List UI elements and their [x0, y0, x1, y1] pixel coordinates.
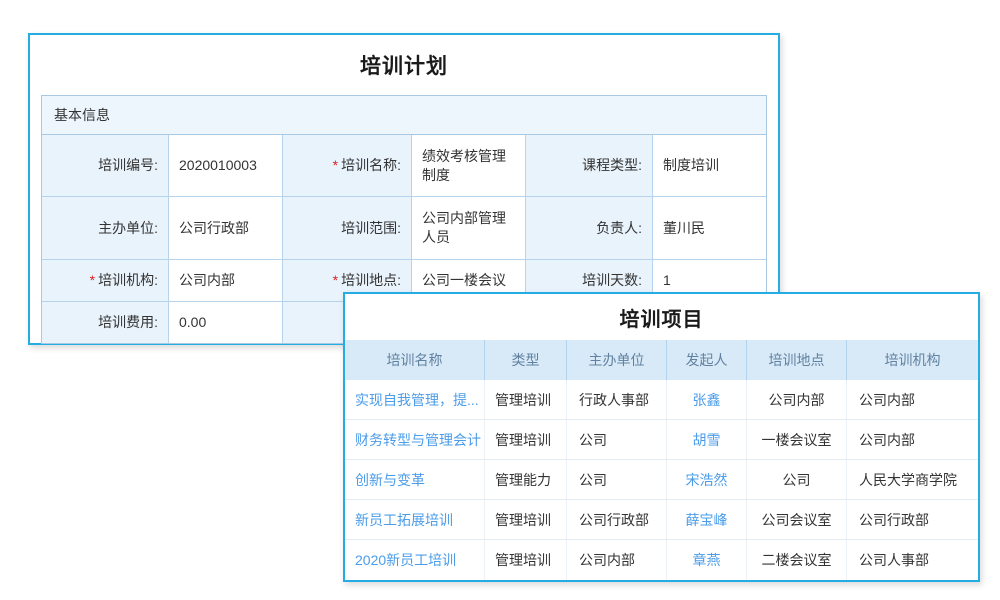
- type-cell: 管理培训: [485, 420, 567, 459]
- location-cell: 公司会议室: [747, 500, 847, 539]
- initiator-link[interactable]: 胡雪: [667, 420, 747, 459]
- type-cell: 管理培训: [485, 540, 567, 580]
- field-label-person-in-charge: 负责人:: [526, 197, 653, 260]
- field-label-course-type: 课程类型:: [526, 135, 653, 197]
- training-name-link[interactable]: 财务转型与管理会计: [345, 420, 485, 459]
- training-name-link[interactable]: 实现自我管理，提...: [345, 380, 485, 419]
- initiator-link[interactable]: 张鑫: [667, 380, 747, 419]
- table-row: 2020新员工培训 管理培训 公司内部 章燕 二楼会议室 公司人事部: [345, 540, 978, 580]
- org-cell: 人民大学商学院: [847, 460, 978, 499]
- type-cell: 管理培训: [485, 380, 567, 419]
- training-projects-panel: 培训项目 培训名称 类型 主办单位 发起人 培训地点 培训机构 实现自我管理，提…: [343, 292, 980, 582]
- field-label-training-fee: 培训费用:: [42, 302, 169, 343]
- field-value-person-in-charge: 董川民: [653, 197, 766, 260]
- training-name-link[interactable]: 2020新员工培训: [345, 540, 485, 580]
- location-cell: 公司内部: [747, 380, 847, 419]
- column-header-type: 类型: [485, 340, 567, 380]
- field-value-training-no: 2020010003: [169, 135, 283, 197]
- field-value-course-type: 制度培训: [653, 135, 766, 197]
- location-cell: 二楼会议室: [747, 540, 847, 580]
- column-header-org: 培训机构: [847, 340, 978, 380]
- column-header-host-unit: 主办单位: [567, 340, 667, 380]
- field-value-training-fee: 0.00: [169, 302, 283, 343]
- column-header-location: 培训地点: [747, 340, 847, 380]
- required-asterisk: *: [333, 156, 338, 175]
- host-unit-cell: 行政人事部: [567, 380, 667, 419]
- field-label-host-unit: 主办单位:: [42, 197, 169, 260]
- location-cell: 公司: [747, 460, 847, 499]
- initiator-link[interactable]: 章燕: [667, 540, 747, 580]
- host-unit-cell: 公司行政部: [567, 500, 667, 539]
- table-row: 新员工拓展培训 管理培训 公司行政部 薛宝峰 公司会议室 公司行政部: [345, 500, 978, 540]
- required-asterisk: *: [90, 271, 95, 290]
- field-value-host-unit: 公司行政部: [169, 197, 283, 260]
- location-cell: 一楼会议室: [747, 420, 847, 459]
- host-unit-cell: 公司: [567, 460, 667, 499]
- page: 培训计划 基本信息 培训编号: 2020010003 *培训名称: 绩效考核管理…: [0, 0, 1000, 600]
- initiator-link[interactable]: 薛宝峰: [667, 500, 747, 539]
- training-plan-title: 培训计划: [30, 35, 778, 95]
- column-header-training-name: 培训名称: [345, 340, 485, 380]
- training-name-link[interactable]: 创新与变革: [345, 460, 485, 499]
- field-value-training-org: 公司内部: [169, 260, 283, 302]
- org-cell: 公司内部: [847, 420, 978, 459]
- type-cell: 管理培训: [485, 500, 567, 539]
- type-cell: 管理能力: [485, 460, 567, 499]
- training-projects-title: 培训项目: [345, 294, 978, 340]
- field-label-training-name: *培训名称:: [283, 135, 412, 197]
- field-label-training-scope: 培训范围:: [283, 197, 412, 260]
- projects-table-header: 培训名称 类型 主办单位 发起人 培训地点 培训机构: [345, 340, 978, 380]
- host-unit-cell: 公司内部: [567, 540, 667, 580]
- table-row: 创新与变革 管理能力 公司 宋浩然 公司 人民大学商学院: [345, 460, 978, 500]
- table-row: 实现自我管理，提... 管理培训 行政人事部 张鑫 公司内部 公司内部: [345, 380, 978, 420]
- field-label-training-org: *培训机构:: [42, 260, 169, 302]
- org-cell: 公司内部: [847, 380, 978, 419]
- host-unit-cell: 公司: [567, 420, 667, 459]
- basic-info-header: 基本信息: [42, 96, 766, 135]
- org-cell: 公司人事部: [847, 540, 978, 580]
- field-label-training-no: 培训编号:: [42, 135, 169, 197]
- required-asterisk: *: [333, 271, 338, 290]
- table-row: 财务转型与管理会计 管理培训 公司 胡雪 一楼会议室 公司内部: [345, 420, 978, 460]
- org-cell: 公司行政部: [847, 500, 978, 539]
- field-value-training-scope: 公司内部管理人员: [412, 197, 526, 260]
- initiator-link[interactable]: 宋浩然: [667, 460, 747, 499]
- column-header-initiator: 发起人: [667, 340, 747, 380]
- training-name-link[interactable]: 新员工拓展培训: [345, 500, 485, 539]
- field-value-training-name: 绩效考核管理制度: [412, 135, 526, 197]
